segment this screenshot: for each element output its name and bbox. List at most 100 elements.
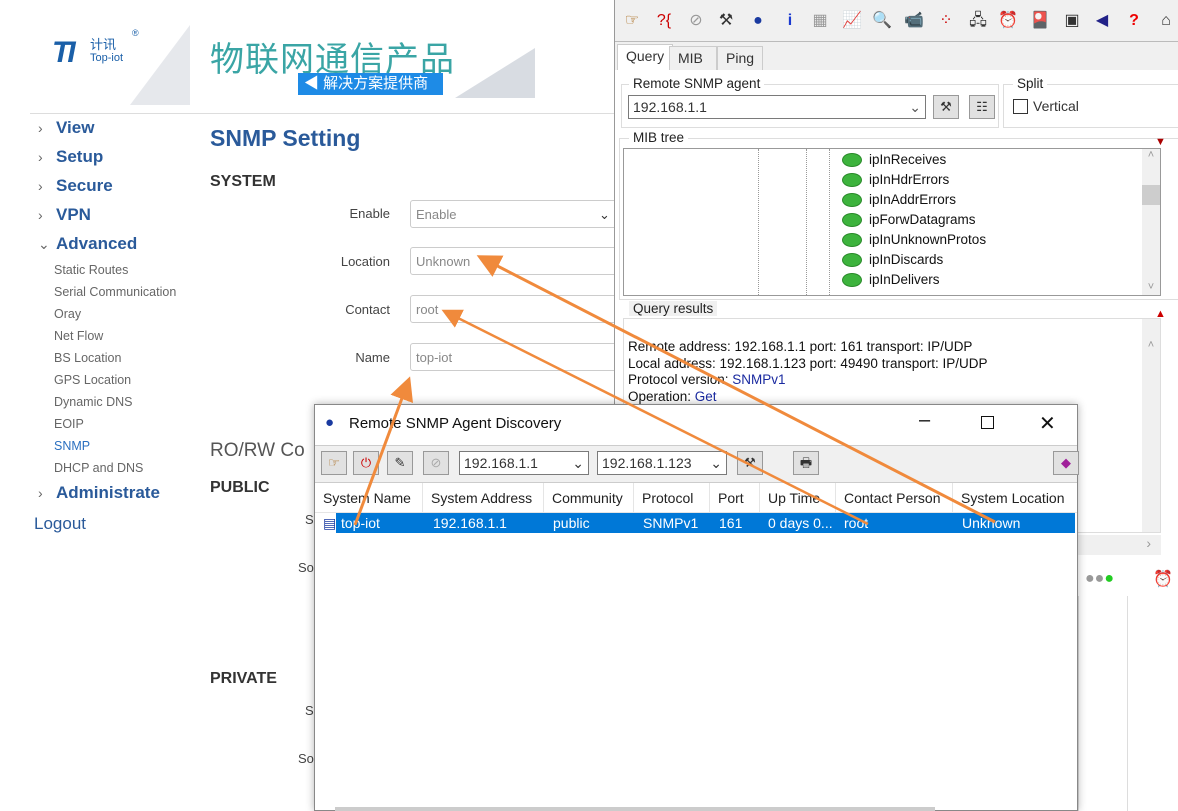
subnav-serial[interactable]: Serial Communication <box>54 285 176 299</box>
devices-icon[interactable]: ▣ <box>1061 10 1083 32</box>
close-button[interactable]: ✕ <box>1039 411 1056 436</box>
subnav-snmp[interactable]: SNMP <box>54 439 90 453</box>
col-system-name[interactable]: System Name <box>315 483 423 513</box>
query-icon[interactable]: ?{ <box>653 10 675 32</box>
tab-ping[interactable]: Ping <box>717 46 763 70</box>
tools-icon[interactable]: ⚒ <box>715 10 737 32</box>
decor-triangle <box>455 48 535 98</box>
nav-setup[interactable]: › Setup <box>38 147 103 167</box>
stop-button[interactable]: ⏻ <box>353 451 379 475</box>
agent-value: 192.168.1.1 <box>633 99 707 115</box>
trap-icon[interactable]: 🎴 <box>1029 10 1051 32</box>
pointer-icon: ☞ <box>328 455 340 470</box>
vertical-label: Vertical <box>1033 98 1079 114</box>
maximize-button[interactable] <box>981 416 994 429</box>
cell-system-name: top-iot <box>341 515 380 531</box>
discover-button[interactable]: ⚒ <box>737 451 763 475</box>
subnav-static-routes[interactable]: Static Routes <box>54 263 128 277</box>
camera-icon[interactable]: 📹 <box>903 10 925 32</box>
alarm-clock-icon[interactable]: ⏰ <box>997 10 1019 32</box>
col-port[interactable]: Port <box>710 483 760 513</box>
pointer-button[interactable]: ☞ <box>321 451 347 475</box>
tree-item[interactable]: ipForwDatagrams <box>842 212 976 228</box>
col-contact-person[interactable]: Contact Person <box>836 483 953 513</box>
collapse-arrow-icon[interactable]: ▼ <box>1155 136 1166 148</box>
help-icon[interactable]: ? <box>1123 10 1145 32</box>
tree-view-button[interactable]: ☷ <box>969 95 995 119</box>
pointer-icon[interactable]: ☞ <box>621 10 643 32</box>
logout-link[interactable]: Logout <box>34 514 86 534</box>
subnav-ddns[interactable]: Dynamic DNS <box>54 395 133 409</box>
tab-mib[interactable]: MIB <box>669 46 717 70</box>
leaf-icon <box>842 173 862 188</box>
print-button[interactable]: 🖶 <box>793 451 819 475</box>
table-row[interactable]: ▤ top-iot 192.168.1.1 public SNMPv1 161 … <box>319 513 1075 533</box>
toolbar: ☞ ?{ ⊘ ⚒ ● i ▦ 📈 🔍 📹 ⁘ 🖧 ⏰ 🎴 ▣ ◀ ? ⌂ <box>615 0 1178 42</box>
col-system-address[interactable]: System Address <box>423 483 544 513</box>
tree-icon: ☷ <box>976 99 988 114</box>
info-icon[interactable]: i <box>779 10 801 32</box>
subnav-dhcp-dns[interactable]: DHCP and DNS <box>54 461 143 475</box>
subnav-eoip[interactable]: EOIP <box>54 417 84 431</box>
results-scrollbar[interactable]: ˄ <box>1142 319 1160 532</box>
globe-icon[interactable]: ● <box>747 10 769 32</box>
subnav-bs-location[interactable]: BS Location <box>54 351 121 365</box>
contact-input[interactable]: root <box>410 295 640 323</box>
location-input[interactable]: Unknown <box>410 247 640 275</box>
background-window <box>1078 596 1178 811</box>
divider <box>30 113 630 114</box>
tree-item[interactable]: ipInUnknownProtos <box>842 232 986 248</box>
horizontal-scrollbar[interactable] <box>335 807 935 811</box>
stop-icon[interactable]: ⊘ <box>685 10 707 32</box>
name-label: Name <box>355 350 390 365</box>
mib-tree[interactable]: ipInReceives ipInHdrErrors ipInAddrError… <box>623 148 1161 296</box>
slogan-badge-text: 解决方案提供商 <box>323 75 429 92</box>
nav-label: View <box>56 118 95 137</box>
cell-community: public <box>553 515 590 531</box>
graph-icon[interactable]: 📈 <box>841 10 863 32</box>
to-ip-combo[interactable]: 192.168.1.123 ⌄ <box>597 451 727 475</box>
cell-system-location: Unknown <box>962 515 1021 531</box>
subnav-gps-location[interactable]: GPS Location <box>54 373 131 387</box>
nav-label: Setup <box>56 147 104 166</box>
from-ip-combo[interactable]: 192.168.1.1 ⌄ <box>459 451 589 475</box>
col-community[interactable]: Community <box>544 483 634 513</box>
name-input[interactable]: top-iot <box>410 343 640 371</box>
minimize-button[interactable]: – <box>919 409 930 432</box>
tab-query[interactable]: Query <box>617 44 674 71</box>
query-results-label: Query results <box>629 301 718 316</box>
nav-advanced[interactable]: ⌄ Advanced <box>38 234 137 254</box>
flag-icon[interactable]: ◀ <box>1091 10 1113 32</box>
chevron-right-icon: › <box>38 120 43 136</box>
discover-button[interactable]: ⚒ <box>933 95 959 119</box>
enable-select[interactable]: Enable ⌄ <box>410 200 640 228</box>
tree-item[interactable]: ipInDelivers <box>842 272 940 288</box>
remote-agent-combo[interactable]: 192.168.1.1 ⌄ <box>628 95 926 119</box>
tree-item[interactable]: ipInHdrErrors <box>842 172 949 188</box>
nav-administrate[interactable]: › Administrate <box>38 483 160 503</box>
nav-vpn[interactable]: › VPN <box>38 205 91 225</box>
subnav-net-flow[interactable]: Net Flow <box>54 329 103 343</box>
col-up-time[interactable]: Up Time <box>760 483 836 513</box>
tree-item[interactable]: ipInReceives <box>842 152 946 168</box>
tree-scrollbar[interactable]: ˄ ˅ <box>1142 149 1160 295</box>
tree-item[interactable]: ipInAddrErrors <box>842 192 956 208</box>
logo-cn: 计讯 <box>90 37 117 52</box>
disabled-button[interactable]: ⊘ <box>423 451 449 475</box>
wand-button[interactable]: ✎ <box>387 451 413 475</box>
subnav-oray[interactable]: Oray <box>54 307 81 321</box>
table-icon[interactable]: ▦ <box>809 10 831 32</box>
alarm-clock-icon[interactable]: ⏰ <box>1153 569 1173 589</box>
nav-secure[interactable]: › Secure <box>38 176 113 196</box>
vertical-checkbox[interactable] <box>1013 99 1028 114</box>
col-protocol[interactable]: Protocol <box>634 483 710 513</box>
dots-icon[interactable]: ⁘ <box>935 10 957 32</box>
network-icon[interactable]: 🖧 <box>967 10 989 32</box>
nav-view[interactable]: › View <box>38 118 94 138</box>
tree-item[interactable]: ipInDiscards <box>842 252 943 268</box>
location-label: Location <box>340 254 390 269</box>
home-icon[interactable]: ⌂ <box>1155 10 1177 32</box>
search-icon[interactable]: 🔍 <box>871 10 893 32</box>
exit-button[interactable]: ◆ <box>1053 451 1079 475</box>
col-system-location[interactable]: System Location <box>953 483 1077 513</box>
